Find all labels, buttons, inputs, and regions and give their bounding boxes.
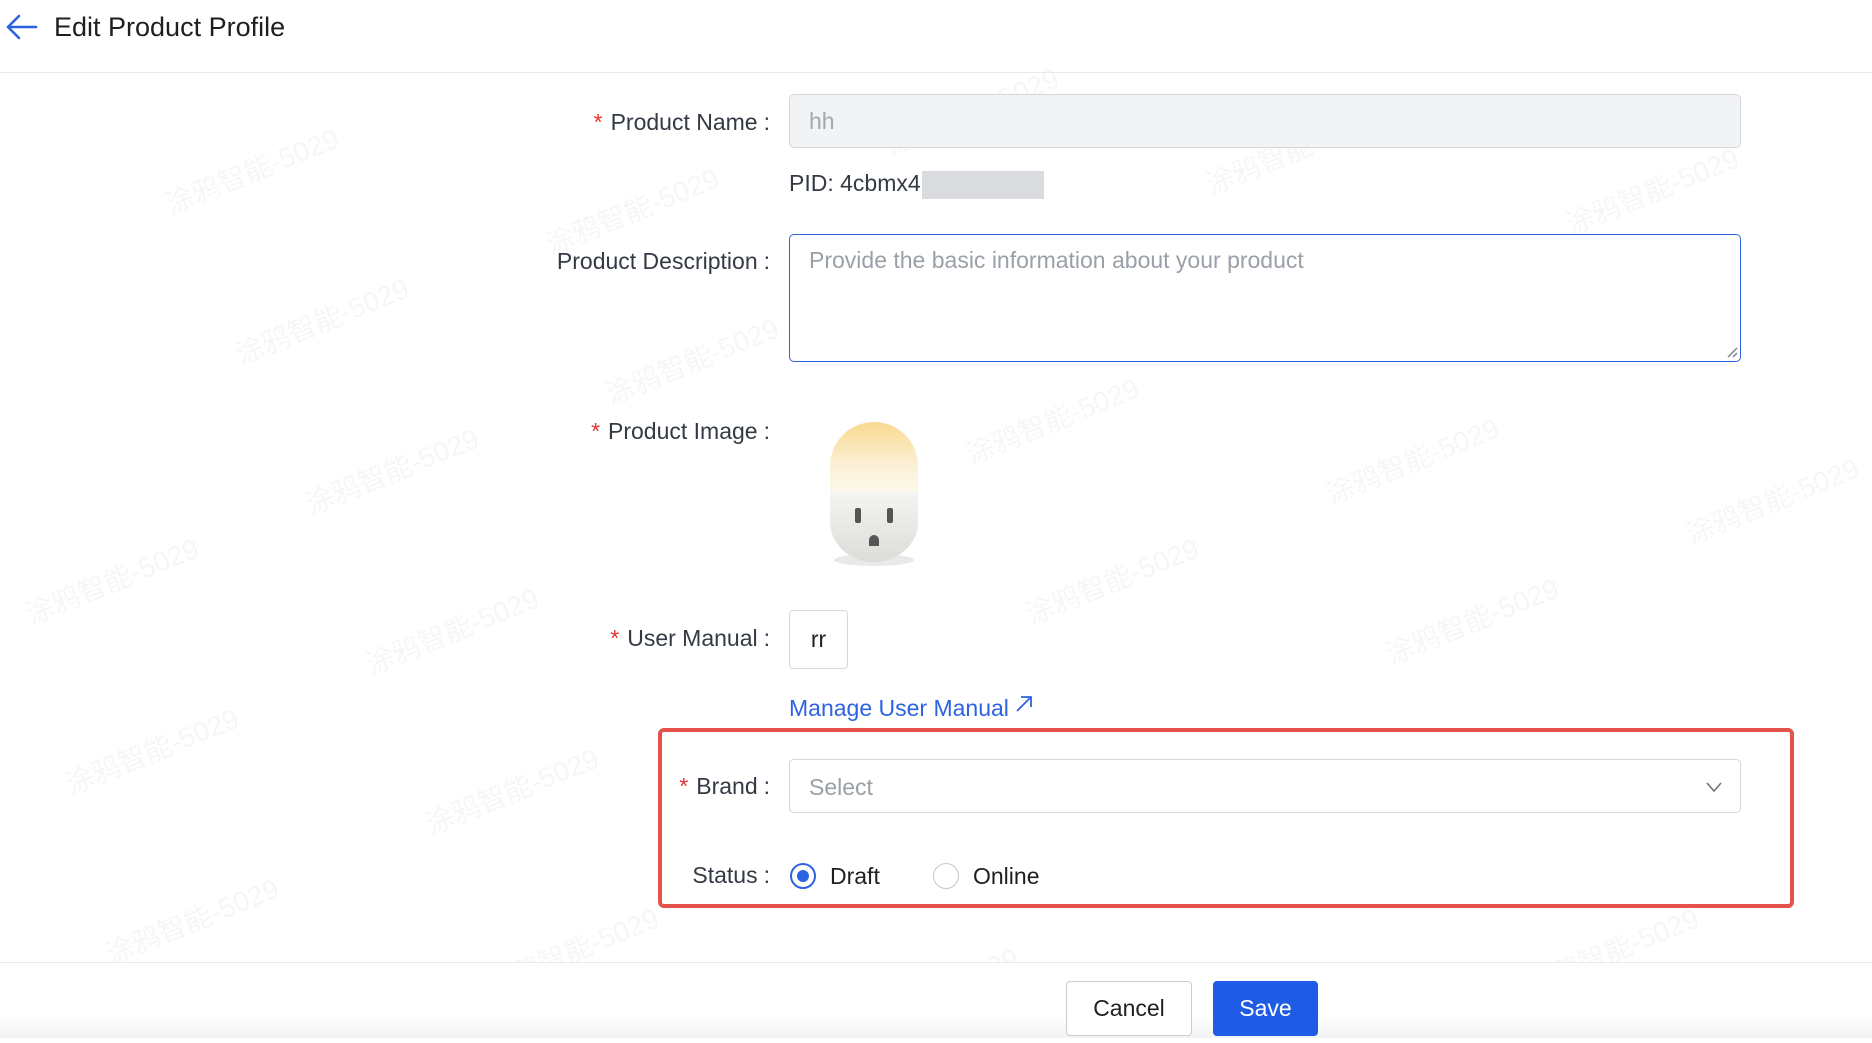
product-description-textarea[interactable] — [789, 234, 1741, 362]
manage-user-manual-link[interactable]: Manage User Manual — [789, 690, 1033, 723]
product-image-label: * Product Image: — [591, 418, 770, 444]
cancel-button[interactable]: Cancel — [1066, 981, 1192, 1036]
required-marker: * — [593, 109, 603, 135]
save-button[interactable]: Save — [1213, 981, 1318, 1036]
user-manual-label: * User Manual: — [610, 625, 770, 651]
radio-checked-icon — [790, 863, 816, 889]
pid-redacted — [921, 170, 1044, 199]
status-label: Status: — [692, 862, 770, 888]
product-name-label: * Product Name: — [593, 109, 770, 135]
radio-unchecked-icon — [933, 863, 959, 889]
external-link-icon — [1015, 690, 1033, 712]
brand-select[interactable]: Select — [789, 759, 1741, 813]
brand-select-placeholder: Select — [809, 774, 873, 800]
product-name-input[interactable] — [789, 94, 1741, 148]
footer-bar — [0, 962, 1872, 1038]
required-marker: * — [591, 418, 601, 444]
brand-label: * Brand: — [679, 773, 770, 799]
status-radio-online[interactable]: Online — [933, 861, 1039, 891]
status-radio-draft[interactable]: Draft — [790, 861, 880, 891]
page-header: Edit Product Profile — [0, 0, 1872, 73]
pid-text: PID: 4cbmx4 — [789, 168, 1044, 199]
page-title: Edit Product Profile — [54, 12, 286, 42]
smart-plug-icon[interactable] — [826, 418, 922, 568]
product-description-label: Product Description: — [556, 248, 770, 274]
resize-grip-icon[interactable] — [1724, 344, 1738, 358]
user-manual-item[interactable]: rr — [789, 610, 848, 669]
required-marker: * — [679, 773, 689, 799]
arrow-left-icon[interactable] — [4, 13, 38, 41]
chevron-down-icon — [1705, 778, 1723, 796]
required-marker: * — [610, 625, 620, 651]
